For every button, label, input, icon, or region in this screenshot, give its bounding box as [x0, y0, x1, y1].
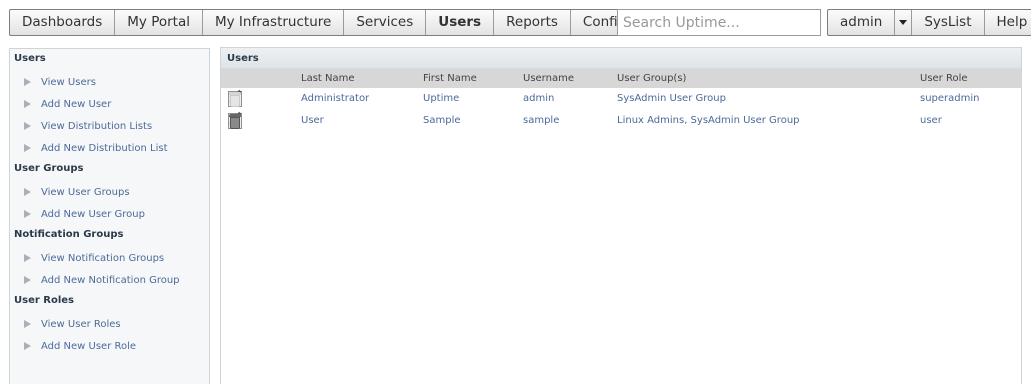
- table-header: Last Name First Name Username User Group…: [221, 69, 1021, 88]
- sidebar-link-add-new-user-group[interactable]: Add New User Group: [10, 203, 209, 225]
- cell-user-groups[interactable]: SysAdmin User Group: [617, 88, 726, 110]
- sidebar-link-label: Add New Notification Group: [41, 274, 180, 286]
- sidebar-link-view-users[interactable]: View Users: [10, 71, 209, 93]
- cell-user-role[interactable]: superadmin: [920, 88, 980, 110]
- sidebar: Users View Users Add New User View Distr…: [9, 48, 210, 384]
- cell-first-name[interactable]: Uptime: [423, 88, 459, 110]
- sidebar-section-user-roles: User Roles: [14, 295, 74, 306]
- sidebar-link-label: View User Roles: [41, 318, 121, 330]
- users-panel: Users Last Name First Name Username User…: [220, 47, 1022, 384]
- tab-services[interactable]: Services: [344, 10, 427, 35]
- triangle-right-icon: [24, 254, 31, 262]
- cell-user-groups[interactable]: Linux Admins, SysAdmin User Group: [617, 110, 800, 132]
- user-menu-button[interactable]: admin: [828, 10, 896, 35]
- search-input[interactable]: [617, 9, 821, 36]
- tab-reports[interactable]: Reports: [494, 10, 571, 35]
- sidebar-link-label: Add New User Role: [41, 340, 137, 352]
- tab-dashboards[interactable]: Dashboards: [10, 10, 116, 35]
- column-header-first-name[interactable]: First Name: [423, 69, 477, 88]
- triangle-right-icon: [24, 342, 31, 350]
- sidebar-link-view-user-roles[interactable]: View User Roles: [10, 313, 209, 335]
- sidebar-link-add-new-user-role[interactable]: Add New User Role: [10, 335, 209, 357]
- triangle-right-icon: [24, 210, 31, 218]
- triangle-right-icon: [24, 188, 31, 196]
- user-nav-tabs: admin SysList Help: [827, 9, 1031, 36]
- triangle-right-icon: [24, 144, 31, 152]
- sidebar-link-add-new-notification-group[interactable]: Add New Notification Group: [10, 269, 209, 291]
- triangle-right-icon: [24, 122, 31, 130]
- tab-users[interactable]: Users: [426, 10, 495, 35]
- column-header-username[interactable]: Username: [523, 69, 574, 88]
- tab-my-infrastructure[interactable]: My Infrastructure: [203, 10, 345, 35]
- sidebar-link-add-new-distribution-list[interactable]: Add New Distribution List: [10, 137, 209, 159]
- sidebar-link-view-distribution-lists[interactable]: View Distribution Lists: [10, 115, 209, 137]
- panel-title: Users: [221, 48, 1021, 69]
- main-nav-tabs: Dashboards My Portal My Infrastructure S…: [9, 9, 640, 36]
- top-navigation: Dashboards My Portal My Infrastructure S…: [0, 0, 1031, 46]
- syslist-button[interactable]: SysList: [912, 10, 985, 35]
- trash-icon: [229, 91, 241, 107]
- help-button[interactable]: Help: [985, 10, 1031, 35]
- sidebar-link-label: View User Groups: [41, 186, 130, 198]
- sidebar-link-label: View Notification Groups: [41, 252, 165, 264]
- sidebar-link-label: View Distribution Lists: [41, 120, 153, 132]
- sidebar-link-view-notification-groups[interactable]: View Notification Groups: [10, 247, 209, 269]
- column-header-user-groups[interactable]: User Group(s): [617, 69, 686, 88]
- chevron-down-icon: [899, 20, 908, 25]
- table-row: User Sample sample Linux Admins, SysAdmi…: [221, 110, 1021, 132]
- triangle-right-icon: [24, 78, 31, 86]
- sidebar-link-view-user-groups[interactable]: View User Groups: [10, 181, 209, 203]
- tab-my-portal[interactable]: My Portal: [115, 10, 203, 35]
- cell-last-name[interactable]: User: [301, 110, 324, 132]
- cell-last-name[interactable]: Administrator: [301, 88, 369, 110]
- sidebar-link-add-new-user[interactable]: Add New User: [10, 93, 209, 115]
- triangle-right-icon: [24, 276, 31, 284]
- sidebar-section-notification-groups: Notification Groups: [14, 229, 124, 240]
- triangle-right-icon: [24, 320, 31, 328]
- cell-first-name[interactable]: Sample: [423, 110, 461, 132]
- sidebar-link-label: View Users: [41, 76, 96, 88]
- cell-username[interactable]: admin: [523, 88, 554, 110]
- sidebar-section-user-groups: User Groups: [14, 163, 84, 174]
- cell-user-role[interactable]: user: [920, 110, 942, 132]
- user-menu-dropdown[interactable]: [895, 10, 913, 35]
- sidebar-section-users: Users: [14, 53, 46, 64]
- triangle-right-icon: [24, 100, 31, 108]
- sidebar-link-label: Add New User Group: [41, 208, 145, 220]
- table-row: Administrator Uptime admin SysAdmin User…: [221, 88, 1021, 110]
- sidebar-link-label: Add New Distribution List: [41, 142, 168, 154]
- sidebar-link-label: Add New User: [41, 98, 112, 110]
- trash-icon[interactable]: [229, 113, 241, 129]
- column-header-user-role[interactable]: User Role: [920, 69, 968, 88]
- column-header-last-name[interactable]: Last Name: [301, 69, 355, 88]
- cell-username[interactable]: sample: [523, 110, 559, 132]
